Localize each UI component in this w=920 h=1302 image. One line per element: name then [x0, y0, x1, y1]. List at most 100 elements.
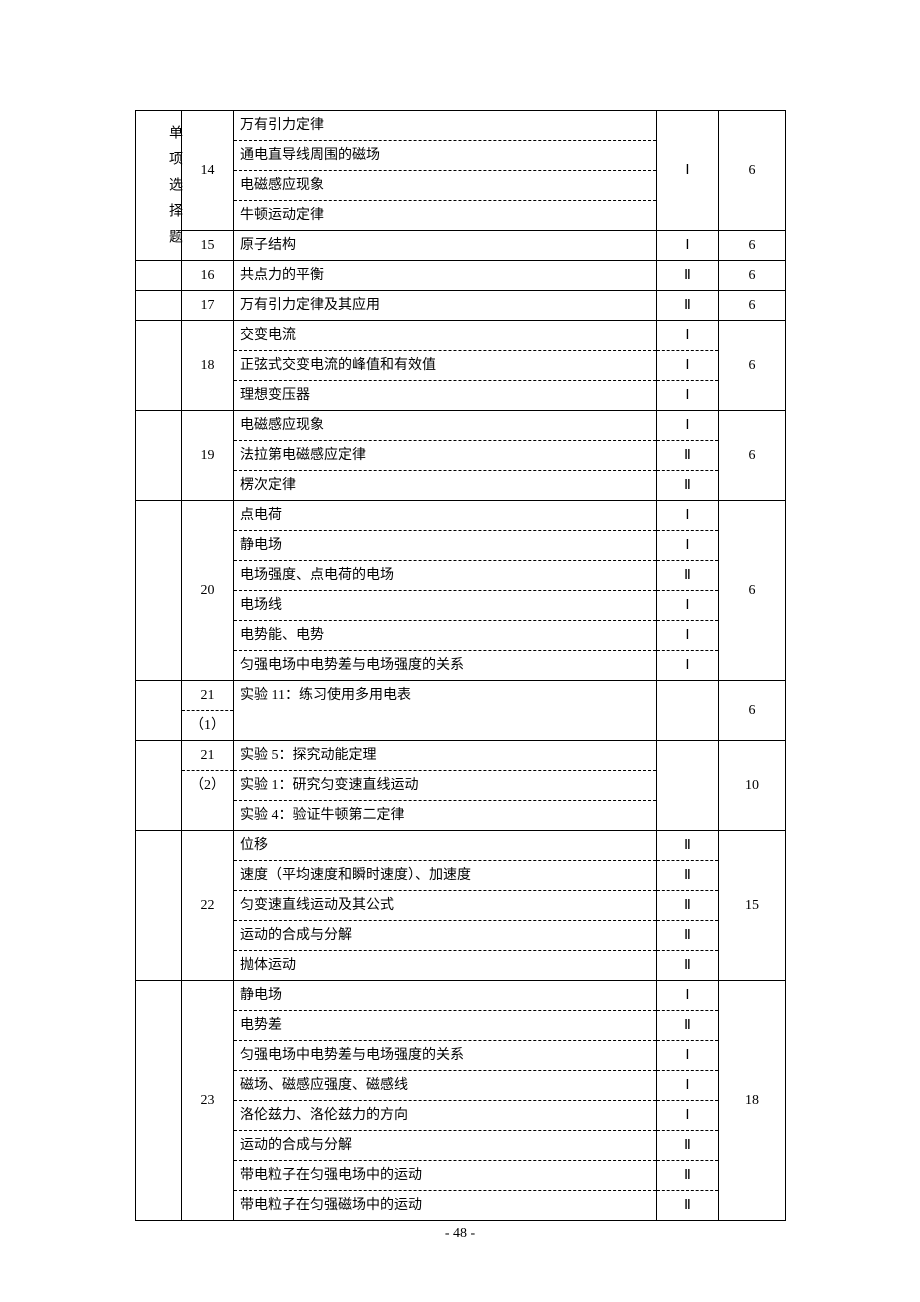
level-cell: Ⅰ [657, 231, 719, 261]
question-subnumber: （1） [182, 711, 234, 741]
level-cell: Ⅱ [657, 951, 719, 981]
topic-cell: 运动的合成与分解 [234, 1131, 657, 1161]
section-blank [136, 981, 182, 1221]
level-cell: Ⅰ [657, 1101, 719, 1131]
topic-cell: 理想变压器 [234, 381, 657, 411]
score-cell: 6 [719, 681, 786, 741]
topic-cell: 实验 1：研究匀变速直线运动 [234, 771, 657, 801]
content-table: 单项选择题14万有引力定律Ⅰ6通电直导线周围的磁场电磁感应现象牛顿运动定律15原… [135, 110, 786, 1221]
level-cell: Ⅱ [657, 261, 719, 291]
level-cell: Ⅰ [657, 651, 719, 681]
table-row: 抛体运动Ⅱ [136, 951, 786, 981]
question-number: 23 [182, 981, 234, 1221]
topic-cell: 匀强电场中电势差与电场强度的关系 [234, 1041, 657, 1071]
level-cell: Ⅱ [657, 1191, 719, 1221]
level-cell: Ⅰ [657, 411, 719, 441]
topic-cell: 带电粒子在匀强电场中的运动 [234, 1161, 657, 1191]
table-row: 20点电荷Ⅰ6 [136, 501, 786, 531]
level-cell: Ⅰ [657, 321, 719, 351]
level-cell [657, 681, 719, 741]
topic-cell: 电磁感应现象 [234, 171, 657, 201]
table-row: 楞次定律Ⅱ [136, 471, 786, 501]
topic-cell: 原子结构 [234, 231, 657, 261]
topic-cell: 抛体运动 [234, 951, 657, 981]
score-cell: 6 [719, 291, 786, 321]
table-row: 带电粒子在匀强磁场中的运动Ⅱ [136, 1191, 786, 1221]
topic-cell: 静电场 [234, 531, 657, 561]
level-cell [657, 741, 719, 831]
score-cell: 18 [719, 981, 786, 1221]
topic-cell: 静电场 [234, 981, 657, 1011]
level-cell: Ⅰ [657, 501, 719, 531]
table-row: 速度（平均速度和瞬时速度）、加速度Ⅱ [136, 861, 786, 891]
table-row: 匀强电场中电势差与电场强度的关系Ⅰ [136, 1041, 786, 1071]
topic-cell: 匀强电场中电势差与电场强度的关系 [234, 651, 657, 681]
level-cell: Ⅱ [657, 291, 719, 321]
table-row: 16共点力的平衡Ⅱ6 [136, 261, 786, 291]
question-number: 20 [182, 501, 234, 681]
level-cell: Ⅱ [657, 1161, 719, 1191]
level-cell: Ⅱ [657, 891, 719, 921]
question-number: 14 [182, 111, 234, 231]
section-blank [136, 321, 182, 411]
topic-cell: 点电荷 [234, 501, 657, 531]
table-row: 匀变速直线运动及其公式Ⅱ [136, 891, 786, 921]
table-row: 静电场Ⅰ [136, 531, 786, 561]
score-cell: 6 [719, 261, 786, 291]
topic-cell: 实验 5：探究动能定理 [234, 741, 657, 771]
topic-cell: 实验 11：练习使用多用电表 [234, 681, 657, 741]
topic-cell: 共点力的平衡 [234, 261, 657, 291]
level-cell: Ⅱ [657, 471, 719, 501]
section-header: 单项选择题 [136, 111, 182, 261]
level-cell: Ⅱ [657, 561, 719, 591]
topic-cell: 电场强度、点电荷的电场 [234, 561, 657, 591]
level-cell: Ⅱ [657, 921, 719, 951]
question-number: 18 [182, 321, 234, 411]
question-subnumber: （2） [182, 771, 234, 831]
question-number: 15 [182, 231, 234, 261]
topic-cell: 磁场、磁感应强度、磁感线 [234, 1071, 657, 1101]
table-row: 正弦式交变电流的峰值和有效值Ⅰ [136, 351, 786, 381]
table-row: 运动的合成与分解Ⅱ [136, 921, 786, 951]
table-row: 21实验 11：练习使用多用电表6 [136, 681, 786, 711]
section-blank [136, 501, 182, 681]
topic-cell: 运动的合成与分解 [234, 921, 657, 951]
topic-cell: 位移 [234, 831, 657, 861]
topic-cell: 万有引力定律及其应用 [234, 291, 657, 321]
topic-cell: 匀变速直线运动及其公式 [234, 891, 657, 921]
table-row: 22位移Ⅱ15 [136, 831, 786, 861]
section-blank [136, 681, 182, 741]
section-blank [136, 411, 182, 501]
table-row: 17万有引力定律及其应用Ⅱ6 [136, 291, 786, 321]
level-cell: Ⅱ [657, 1011, 719, 1041]
score-cell: 6 [719, 111, 786, 231]
question-number: 17 [182, 291, 234, 321]
level-cell: Ⅰ [657, 1041, 719, 1071]
level-cell: Ⅱ [657, 861, 719, 891]
section-blank [136, 741, 182, 831]
topic-cell: 电场线 [234, 591, 657, 621]
topic-cell: 万有引力定律 [234, 111, 657, 141]
level-cell: Ⅱ [657, 1131, 719, 1161]
topic-cell: 带电粒子在匀强磁场中的运动 [234, 1191, 657, 1221]
topic-cell: 速度（平均速度和瞬时速度）、加速度 [234, 861, 657, 891]
table-row: 理想变压器Ⅰ [136, 381, 786, 411]
level-cell: Ⅰ [657, 591, 719, 621]
table-row: 运动的合成与分解Ⅱ [136, 1131, 786, 1161]
table-row: 匀强电场中电势差与电场强度的关系Ⅰ [136, 651, 786, 681]
level-cell: Ⅰ [657, 1071, 719, 1101]
question-number: 21 [182, 741, 234, 771]
level-cell: Ⅰ [657, 381, 719, 411]
score-cell: 10 [719, 741, 786, 831]
level-cell: Ⅰ [657, 981, 719, 1011]
level-cell: Ⅰ [657, 531, 719, 561]
table-row: 带电粒子在匀强电场中的运动Ⅱ [136, 1161, 786, 1191]
score-cell: 6 [719, 231, 786, 261]
topic-cell: 牛顿运动定律 [234, 201, 657, 231]
page-number: - 48 - [0, 1226, 920, 1242]
topic-cell: 电势能、电势 [234, 621, 657, 651]
level-cell: Ⅱ [657, 441, 719, 471]
section-blank [136, 291, 182, 321]
score-cell: 6 [719, 411, 786, 501]
table-row: 洛伦兹力、洛伦兹力的方向Ⅰ [136, 1101, 786, 1131]
